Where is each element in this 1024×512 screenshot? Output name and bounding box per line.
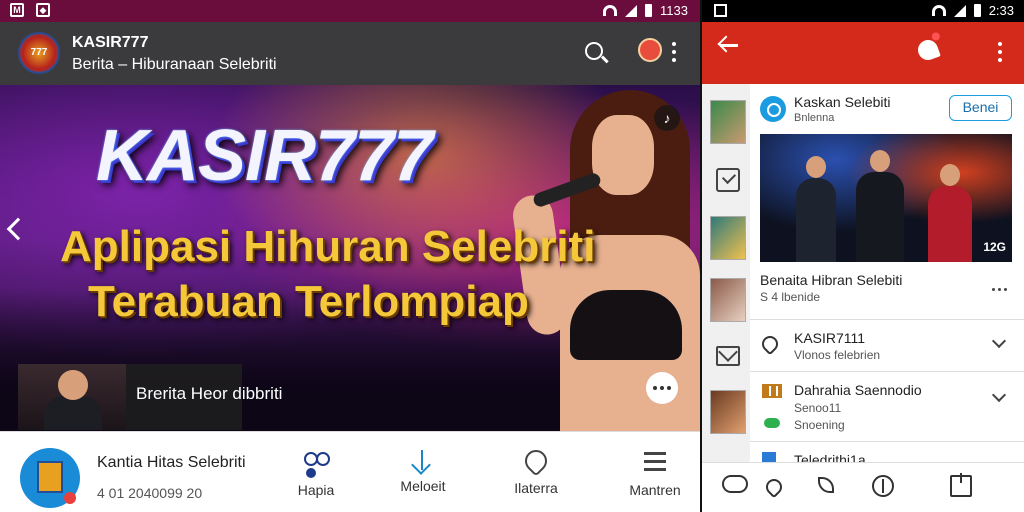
photo-icon: ◆ xyxy=(36,3,50,17)
list-item[interactable]: Dahrahia Saennodio Senoo11 Snoening xyxy=(750,371,1024,441)
tab-label: Mantren xyxy=(629,482,681,498)
status-bar: 2:33 xyxy=(702,0,1024,22)
more-options-icon[interactable] xyxy=(998,42,1002,62)
carousel-prev-icon[interactable] xyxy=(6,217,30,241)
list-item-subtitle: Senoo11 xyxy=(794,401,842,415)
list-item[interactable]: KASIR7111 Vlonos felebrien xyxy=(750,319,1024,371)
wifi-icon xyxy=(931,5,946,16)
heart-icon[interactable] xyxy=(762,475,786,499)
side-rail xyxy=(702,84,750,462)
checkbox-icon[interactable] xyxy=(716,168,740,192)
wifi-icon xyxy=(603,5,618,16)
photo-icon xyxy=(714,4,727,17)
app-title: KASIR777 xyxy=(72,34,149,51)
tab-meloeit[interactable]: Meloeit xyxy=(383,450,463,494)
heart-icon xyxy=(758,332,782,356)
more-options-icon[interactable] xyxy=(672,42,676,62)
chat-icon xyxy=(764,418,780,428)
avatar[interactable] xyxy=(638,38,662,62)
bottom-bar: Kantia Hitas Selebriti 4 01 2040099 20 H… xyxy=(0,431,700,512)
chevron-down-icon[interactable] xyxy=(991,333,1007,349)
channel-date: 4 01 2040099 20 xyxy=(97,485,203,501)
mail-icon[interactable] xyxy=(716,346,740,366)
signal-icon xyxy=(625,4,638,17)
back-arrow-icon[interactable] xyxy=(720,44,738,47)
channel-title: Kaskan Selebiti xyxy=(794,94,891,110)
channel-subtitle: Bnlenna xyxy=(794,112,835,124)
tab-label: Meloeit xyxy=(400,478,446,494)
screen: M ◆ 1133 777 KASIR777 Berita – Hiburanaa… xyxy=(0,0,1024,512)
notification-icon[interactable] xyxy=(915,37,941,63)
app-bar: 777 KASIR777 Berita – Hiburanaan Selebri… xyxy=(0,22,700,85)
left-phone: M ◆ 1133 777 KASIR777 Berita – Hiburanaa… xyxy=(0,0,700,512)
follow-button[interactable]: Benei xyxy=(949,95,1012,121)
list-item-title: Dahrahia Saennodio xyxy=(794,382,922,398)
gmail-icon: M xyxy=(10,3,24,17)
status-bar: M ◆ 1133 xyxy=(0,0,700,22)
rail-thumbnail[interactable] xyxy=(710,278,746,322)
app-logo[interactable]: 777 xyxy=(18,32,60,74)
news-caption-text: Brerita Heor dibbriti xyxy=(136,384,283,403)
app-subtitle: Berita – Hiburanaan Selebriti xyxy=(72,56,277,73)
signal-icon xyxy=(953,4,966,17)
status-time: 1133 xyxy=(660,3,688,18)
rail-thumbnail[interactable] xyxy=(710,100,746,144)
tab-hapia[interactable]: Hapia xyxy=(276,450,356,498)
more-horizontal-icon[interactable] xyxy=(646,372,678,404)
post-meta: S 4 lbenide xyxy=(760,290,821,304)
rail-thumbnail[interactable] xyxy=(710,390,746,434)
post-title[interactable]: Benaita Hibran Selebiti xyxy=(760,272,902,288)
share-icon[interactable] xyxy=(950,473,972,497)
rail-thumbnail[interactable] xyxy=(710,216,746,260)
status-time: 2:33 xyxy=(988,3,1014,18)
heart-icon xyxy=(520,445,552,477)
battery-icon xyxy=(645,4,653,17)
download-icon xyxy=(421,450,423,470)
news-thumbnail[interactable] xyxy=(18,364,126,430)
list-item-detail: Snoening xyxy=(794,418,845,432)
tab-label: Hapia xyxy=(297,482,335,498)
chevron-down-icon[interactable] xyxy=(991,387,1007,403)
hero-brand-text: KASIR777 xyxy=(96,116,433,196)
music-note-icon[interactable]: ♪ xyxy=(654,105,680,131)
tab-label: Ilaterra xyxy=(514,480,558,496)
battery-icon xyxy=(973,4,981,17)
app-bar xyxy=(702,22,1024,84)
hero-headline-1: Aplipasi Hihuran Selebriti xyxy=(60,222,596,271)
post-card: Kaskan Selebiti Bnlenna Benei 12G Benait… xyxy=(750,84,1024,512)
post-image[interactable]: 12G xyxy=(760,134,1012,262)
hero-headline-2: Terabuan Terlompiap xyxy=(88,277,529,326)
list-item-title: KASIR7111 xyxy=(794,330,866,346)
image-badge: 12G xyxy=(983,240,1006,254)
tab-ilaterra[interactable]: Ilaterra xyxy=(496,445,576,496)
hero-banner[interactable]: KASIR777 Aplipasi Hihuran Selebriti Tera… xyxy=(0,85,700,431)
compass-icon[interactable] xyxy=(872,475,894,497)
channel-logo[interactable] xyxy=(760,96,786,122)
grid-icon xyxy=(762,384,782,398)
search-icon[interactable] xyxy=(585,42,603,60)
tab-mantren[interactable]: Mantren xyxy=(615,450,695,498)
channel-logo[interactable] xyxy=(20,448,80,508)
channel-name: Kantia Hitas Selebriti xyxy=(97,454,246,471)
right-phone: 2:33 Kaskan Selebiti Bnlenna Benei 12G B… xyxy=(702,0,1024,512)
news-caption[interactable]: Brerita Heor dibbriti xyxy=(126,364,282,430)
more-horizontal-icon[interactable] xyxy=(992,288,1007,291)
list-item-subtitle: Vlonos felebrien xyxy=(794,348,881,362)
people-icon xyxy=(303,450,330,474)
cloud-icon[interactable] xyxy=(722,475,748,493)
menu-icon xyxy=(642,450,668,474)
bottom-bar xyxy=(702,462,1024,512)
leaf-icon[interactable] xyxy=(818,477,834,493)
